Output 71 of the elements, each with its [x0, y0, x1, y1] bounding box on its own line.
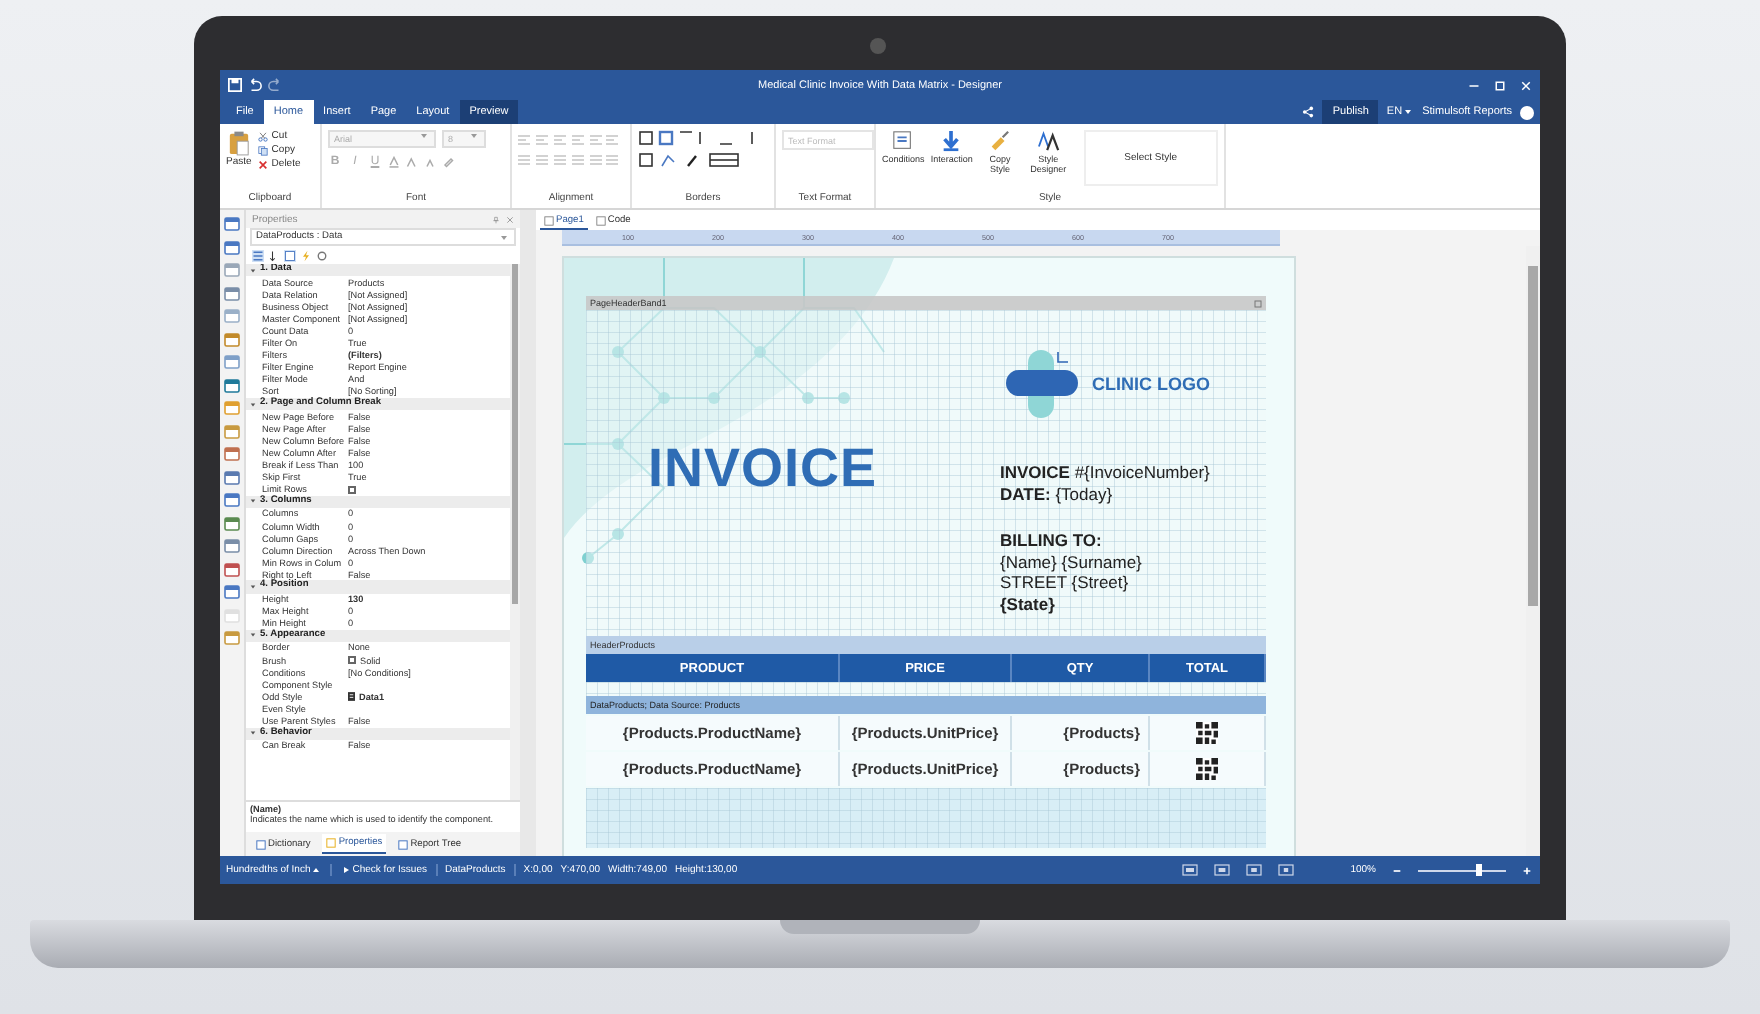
grow-font-icon[interactable]: [406, 156, 418, 168]
component-icon[interactable]: [224, 630, 240, 646]
minimize-icon[interactable]: [1468, 79, 1480, 91]
save-icon[interactable]: [228, 78, 242, 92]
invoice-heading[interactable]: INVOICE: [648, 442, 878, 496]
avatar-icon[interactable]: [1520, 105, 1534, 119]
brush-icon: [988, 130, 1011, 152]
gear-icon[interactable]: [316, 249, 328, 261]
zoom-out-icon[interactable]: [1392, 865, 1402, 875]
component-icon[interactable]: [224, 400, 240, 416]
categorized-icon[interactable]: [252, 249, 264, 261]
component-icon[interactable]: [224, 423, 240, 439]
component-icon[interactable]: [224, 538, 240, 554]
component-icon[interactable]: [224, 469, 240, 485]
caret-icon: [500, 233, 508, 241]
checkbox[interactable]: [348, 485, 356, 494]
tab-icon: [326, 838, 337, 848]
undo-icon[interactable]: [248, 78, 262, 92]
component-icon[interactable]: [224, 239, 240, 255]
view-mode-icon[interactable]: [1246, 864, 1263, 876]
tab-icon: [398, 839, 409, 849]
maximize-icon[interactable]: [1494, 79, 1506, 91]
component-icon[interactable]: [224, 262, 240, 278]
document-icon: [892, 130, 915, 152]
logo-text[interactable]: CLINIC LOGO: [1092, 374, 1210, 394]
caret-icon: [420, 132, 428, 140]
component-icon[interactable]: [224, 285, 240, 301]
view-mode-icon[interactable]: [1278, 864, 1295, 876]
qr-code-icon[interactable]: [1196, 722, 1218, 744]
redo-icon[interactable]: [268, 78, 282, 92]
scrollbar[interactable]: [510, 264, 520, 800]
invoice-field[interactable]: INVOICE #{InvoiceNumber}: [1000, 462, 1210, 483]
down-arrow-icon: [940, 130, 963, 152]
qr-code-icon[interactable]: [1196, 758, 1218, 780]
scissors-icon: [257, 131, 268, 141]
component-icon[interactable]: [224, 377, 240, 393]
pin-icon[interactable]: [492, 215, 500, 223]
component-icon[interactable]: [224, 515, 240, 531]
billing-field[interactable]: {State}: [1000, 593, 1210, 614]
billing-field[interactable]: STREET {Street}: [1000, 572, 1210, 593]
medical-cross-icon[interactable]: [1004, 348, 1080, 420]
copy-icon: [257, 145, 268, 155]
caret-icon: [312, 866, 321, 874]
caret-icon: [470, 132, 478, 140]
delete-icon: [257, 159, 268, 169]
tab-icon: [256, 839, 266, 849]
brush-swatch-icon: [348, 656, 356, 665]
sort-icon[interactable]: [268, 249, 280, 261]
eraser-icon[interactable]: [442, 156, 454, 168]
component-icon[interactable]: [224, 331, 240, 347]
properties-icon[interactable]: [284, 249, 296, 261]
invoice-field[interactable]: DATE: {Today}: [1000, 483, 1210, 504]
component-icon[interactable]: [224, 308, 240, 324]
component-icon[interactable]: [224, 492, 240, 508]
component-icon[interactable]: [224, 216, 240, 232]
font-color-icon[interactable]: [388, 156, 400, 168]
document-icon: [544, 215, 554, 225]
letters-icon: [1037, 130, 1060, 152]
component-icon[interactable]: [224, 354, 240, 370]
zoom-in-icon[interactable]: [1522, 865, 1532, 875]
billing-field[interactable]: {Name} {Surname}: [1000, 551, 1210, 572]
shrink-font-icon[interactable]: [424, 156, 436, 168]
play-icon: [342, 866, 351, 874]
share-icon[interactable]: [1302, 106, 1315, 118]
caret-icon: [1404, 108, 1413, 116]
component-icon[interactable]: [224, 584, 240, 600]
billing-heading[interactable]: BILLING TO:: [1000, 530, 1210, 551]
component-icon[interactable]: [224, 561, 240, 577]
style-icon: [348, 692, 355, 702]
component-icon[interactable]: [224, 446, 240, 462]
camera-icon: [870, 38, 886, 54]
